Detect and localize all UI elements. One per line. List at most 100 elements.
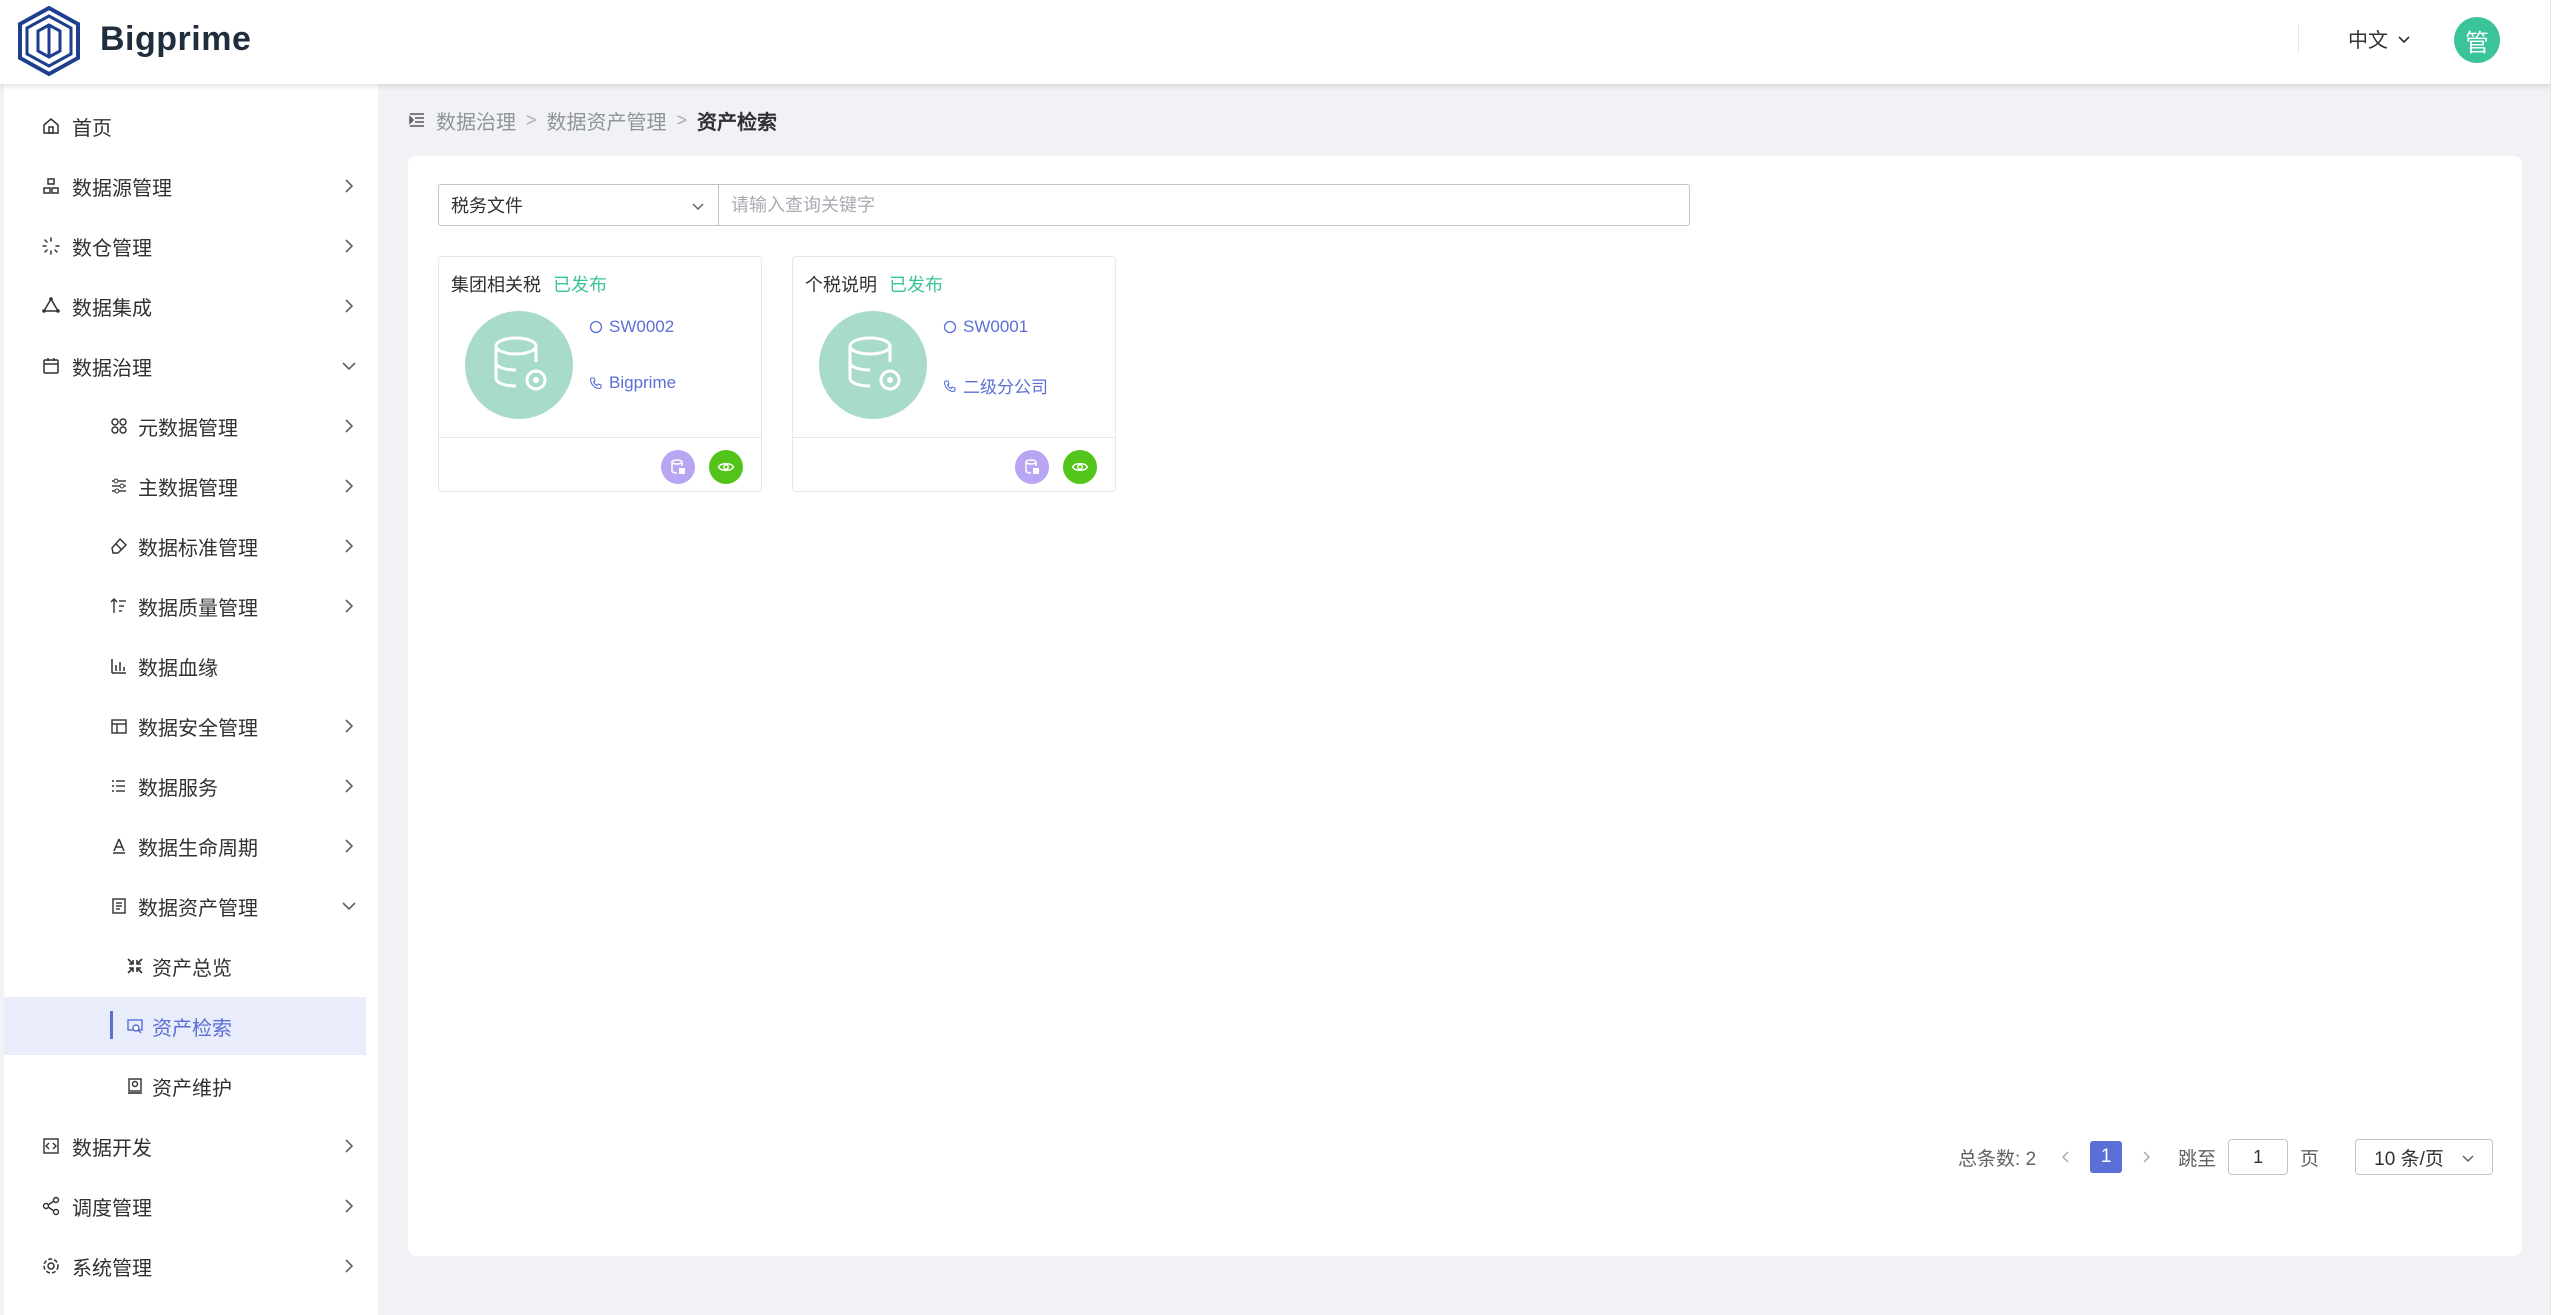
sidebar-item-warehouse[interactable]: 数仓管理 (4, 217, 366, 275)
database-edit-icon (671, 459, 685, 474)
sidebar-item-label: 资产总览 (152, 957, 232, 980)
asset-card[interactable]: 个税说明 已发布 SW0001 二级分公司 (792, 256, 1116, 492)
sidebar-item-system[interactable]: 系统管理 (4, 1237, 366, 1295)
sidebar-item-label: 首页 (72, 117, 112, 140)
header-divider (2298, 24, 2299, 54)
asset-view-button[interactable] (1063, 450, 1097, 484)
eye-icon (1071, 462, 1089, 472)
content-panel: 税务文件 集团相关税 已发布 SW0002 Bigprime (408, 156, 2522, 1256)
page-number-button[interactable]: 1 (2090, 1141, 2123, 1173)
category-select[interactable]: 税务文件 (439, 185, 719, 225)
page-size-select[interactable]: 10 条/页 (2355, 1139, 2494, 1175)
card-title: 个税说明 (805, 275, 877, 295)
list-icon (108, 775, 130, 797)
sidebar-item-scheduling[interactable]: 调度管理 (4, 1177, 366, 1235)
bar-chart-icon (108, 655, 130, 677)
search-input[interactable] (719, 185, 1689, 225)
card-title: 集团相关税 (451, 275, 541, 295)
code-icon (40, 1135, 62, 1157)
search-card-icon (124, 1015, 146, 1037)
sidebar-item-metadata[interactable]: 元数据管理 (4, 397, 366, 455)
chevron-down-icon (342, 362, 356, 371)
card-status: 已发布 (553, 275, 607, 295)
card-footer (439, 437, 761, 493)
sidebar-item-label: 数据治理 (72, 357, 152, 380)
breadcrumb-separator: > (676, 109, 688, 130)
sidebar-item-lifecycle[interactable]: 数据生命周期 (4, 817, 366, 875)
sidebar-item-asset-search[interactable]: 资产检索 (4, 997, 366, 1055)
breadcrumb-item[interactable]: 数据治理 (436, 106, 516, 135)
sidebar-item-integration[interactable]: 数据集成 (4, 277, 366, 335)
breadcrumb: 数据治理 > 数据资产管理 > 资产检索 (408, 106, 777, 134)
chevron-right-icon (345, 839, 354, 853)
app-name: Bigprime (100, 20, 252, 58)
sidebar-item-security[interactable]: 数据安全管理 (4, 697, 366, 755)
sidebar-item-label: 调度管理 (72, 1197, 152, 1220)
chevron-down-icon (2462, 1155, 2474, 1163)
jump-label: 跳至 (2178, 1148, 2217, 1170)
breadcrumb-separator: > (526, 109, 537, 130)
sidebar-item-asset-overview[interactable]: 资产总览 (4, 937, 366, 995)
top-header: Bigprime 中文 管 (0, 0, 2556, 84)
sidebar-item-label: 数据开发 (72, 1137, 152, 1160)
jump-page-input[interactable] (2228, 1139, 2289, 1175)
calendar-icon (40, 355, 62, 377)
sidebar-item-label: 数据安全管理 (138, 717, 258, 740)
sidebar-item-standard[interactable]: 数据标准管理 (4, 517, 366, 575)
share-icon (40, 1195, 62, 1217)
sidebar-item-label: 数据服务 (138, 777, 218, 800)
pagination-total-count: 2 (2025, 1148, 2037, 1170)
card-owner: Bigprime (589, 373, 676, 393)
database-settings-icon (819, 311, 927, 419)
sidebar-item-governance[interactable]: 数据治理 (4, 337, 366, 395)
sidebar-menu: 首页 数据源管理 数仓管理 数据集成 数据治理 元数据管理 主数据管理 数据标准… (0, 84, 378, 1315)
next-page-button[interactable] (2132, 1143, 2160, 1171)
sort-icon (108, 595, 130, 617)
chevron-right-icon (345, 1259, 354, 1273)
sidebar-item-lineage[interactable]: 数据血缘 (4, 637, 366, 695)
sidebar-item-home[interactable]: 首页 (4, 97, 366, 155)
breadcrumb-current: 资产检索 (697, 111, 778, 134)
chevron-left-icon (2062, 1151, 2069, 1163)
chevron-right-icon (345, 539, 354, 553)
language-switcher[interactable]: 中文 (2348, 24, 2412, 53)
card-owner-text: Bigprime (609, 373, 677, 392)
maintenance-icon (124, 1075, 146, 1097)
card-code: SW0001 (943, 317, 1028, 337)
sidebar-item-asset-mgmt[interactable]: 数据资产管理 (4, 877, 366, 935)
database-settings-icon (465, 311, 573, 419)
document-icon (108, 895, 130, 917)
sidebar-item-service[interactable]: 数据服务 (4, 757, 366, 815)
asset-view-button[interactable] (709, 450, 743, 484)
prev-page-button[interactable] (2052, 1143, 2080, 1171)
window-right-edge (2550, 0, 2556, 1315)
lifecycle-icon (108, 835, 130, 857)
sidebar-item-label: 数据资产管理 (138, 897, 258, 920)
sidebar-item-datasource[interactable]: 数据源管理 (4, 157, 366, 215)
menu-fold-icon[interactable] (408, 111, 426, 129)
pagination-total-label: 总条数: (1958, 1148, 2021, 1170)
shrink-icon (124, 955, 146, 977)
home-icon (40, 115, 62, 137)
sidebar-item-development[interactable]: 数据开发 (4, 1117, 366, 1175)
chevron-right-icon (345, 599, 354, 613)
asset-detail-button[interactable] (661, 450, 695, 484)
sidebar-item-label: 数据生命周期 (138, 837, 258, 860)
sidebar-item-masterdata[interactable]: 主数据管理 (4, 457, 366, 515)
asset-card[interactable]: 集团相关税 已发布 SW0002 Bigprime (438, 256, 762, 492)
sidebar-item-label: 数据标准管理 (138, 537, 258, 560)
chevron-right-icon (345, 299, 354, 313)
user-avatar[interactable]: 管 (2454, 17, 2500, 63)
chevron-right-icon (345, 179, 354, 193)
eye-icon (717, 462, 735, 472)
card-header: 个税说明 已发布 (805, 271, 943, 297)
card-footer (793, 437, 1115, 493)
chevron-down-icon (692, 203, 704, 211)
asset-detail-button[interactable] (1015, 450, 1049, 484)
table-icon (108, 715, 130, 737)
pagination-total: 总条数: 2 (1958, 1144, 2036, 1171)
sidebar-item-quality[interactable]: 数据质量管理 (4, 577, 366, 635)
breadcrumb-item[interactable]: 数据资产管理 (547, 106, 667, 135)
sidebar-item-label: 数据源管理 (72, 177, 172, 200)
sidebar-item-asset-maintenance[interactable]: 资产维护 (4, 1057, 366, 1115)
